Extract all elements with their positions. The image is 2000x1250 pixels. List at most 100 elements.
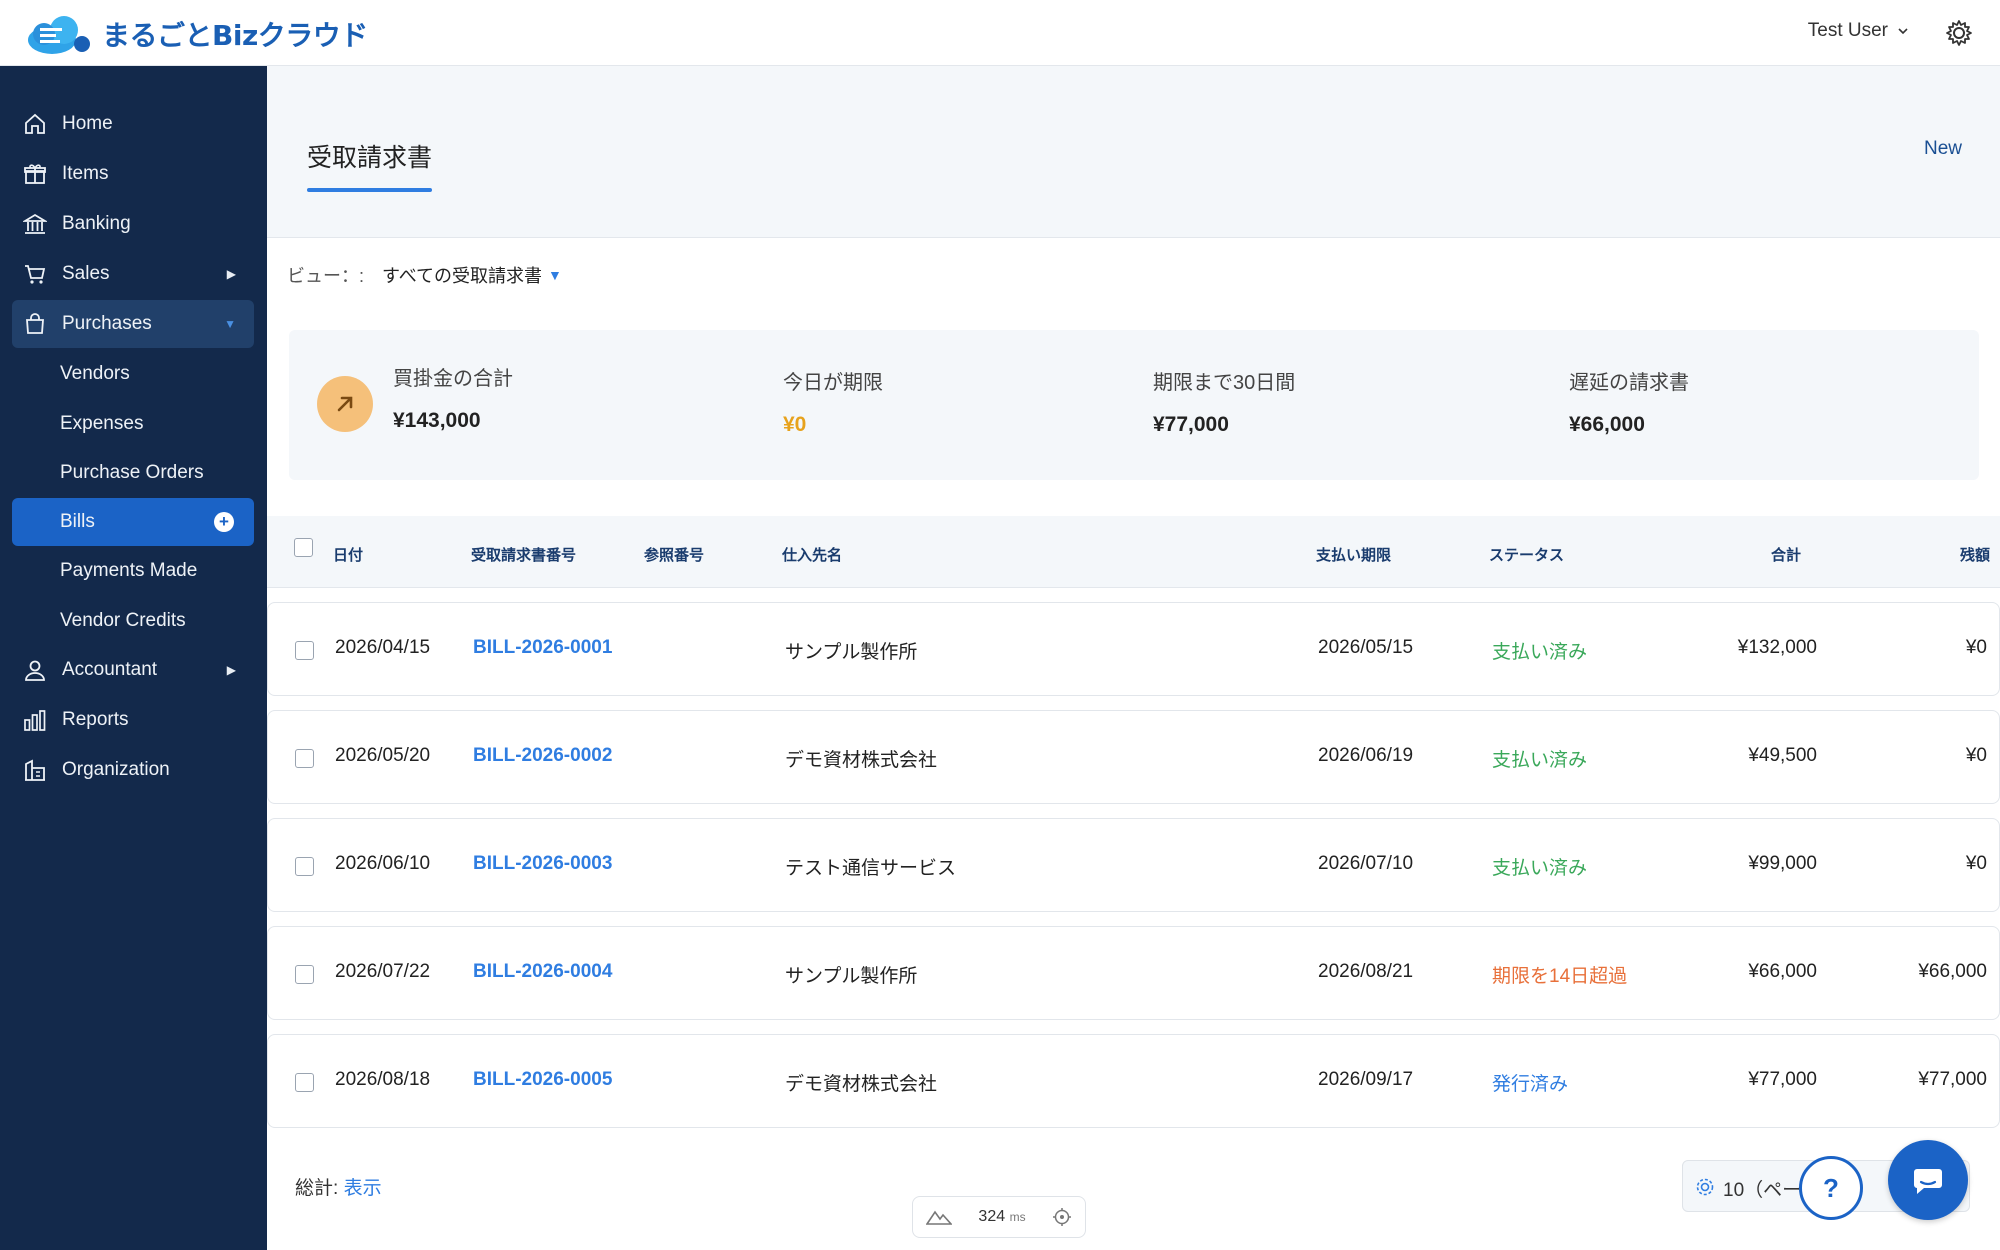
- summary-30-label: 期限まで30日間: [1153, 372, 1296, 394]
- title-underline: [307, 188, 432, 192]
- col-vendor[interactable]: 仕入先名: [782, 544, 842, 565]
- sidebar-item-purchase-orders[interactable]: Purchase Orders: [12, 449, 254, 497]
- user-menu[interactable]: Test User: [1808, 20, 1910, 42]
- sidebar-item-label: Accountant: [62, 659, 158, 680]
- table-row[interactable]: 2026/04/15 BILL-2026-0001 サンプル製作所 2026/0…: [267, 602, 2000, 696]
- sidebar-item-label: Organization: [62, 759, 170, 780]
- row-checkbox[interactable]: [295, 1073, 314, 1092]
- row-bill-number[interactable]: BILL-2026-0002: [473, 745, 612, 767]
- sidebar-item-accountant[interactable]: Accountant ▶: [12, 646, 254, 694]
- sidebar-item-label: Banking: [62, 213, 131, 234]
- user-icon: [22, 657, 48, 683]
- sidebar-item-purchases[interactable]: Purchases ▼: [12, 300, 254, 348]
- sidebar-item-sales[interactable]: Sales ▶: [12, 250, 254, 298]
- sidebar-item-vendors[interactable]: Vendors: [12, 350, 254, 398]
- arrow-up-right-icon: [317, 376, 373, 432]
- perf-value: 324 ms: [978, 1208, 1026, 1225]
- main-content: 受取請求書 New ビュー：: すべての受取請求書 ▼ 買掛金の合計 ¥143,…: [267, 66, 2000, 1250]
- row-due-date: 2026/05/15: [1318, 637, 1414, 658]
- col-due-date[interactable]: 支払い期限: [1316, 544, 1391, 565]
- view-value: すべての受取請求書: [382, 266, 543, 286]
- row-checkbox[interactable]: [295, 749, 314, 768]
- sidebar-item-reports[interactable]: Reports: [12, 696, 254, 744]
- cart-icon: [22, 261, 48, 287]
- sidebar-item-home[interactable]: Home: [12, 100, 254, 148]
- add-bill-icon[interactable]: +: [214, 512, 234, 532]
- bag-icon: [22, 311, 48, 337]
- sidebar-item-label: Reports: [62, 709, 129, 730]
- table-header: 日付 受取請求書番号 参照番号 仕入先名 支払い期限 ステータス 合計 残額: [267, 516, 2000, 588]
- status-badge: 支払い済み: [1492, 750, 1588, 771]
- col-total[interactable]: 合計: [1771, 544, 1801, 565]
- sidebar-item-label: Vendor Credits: [60, 610, 186, 631]
- sidebar-item-label: Sales: [62, 263, 110, 284]
- status-badge: 期限を14日超過: [1492, 966, 1628, 987]
- row-date: 2026/04/15: [335, 637, 431, 658]
- row-vendor: サンプル製作所: [785, 642, 918, 663]
- col-bill-number[interactable]: 受取請求書番号: [471, 544, 576, 565]
- row-checkbox[interactable]: [295, 641, 314, 660]
- row-bill-number[interactable]: BILL-2026-0003: [473, 853, 612, 875]
- table-row[interactable]: 2026/05/20 BILL-2026-0002 デモ資材株式会社 2026/…: [267, 710, 2000, 804]
- col-status[interactable]: ステータス: [1489, 544, 1564, 565]
- summary-due-today: 今日が期限 ¥0: [783, 366, 883, 437]
- row-balance: ¥0: [1965, 745, 1987, 766]
- sidebar-item-label: Bills: [60, 511, 95, 532]
- view-selector[interactable]: ビュー：: すべての受取請求書 ▼: [287, 262, 562, 288]
- gear-icon: [1696, 1178, 1714, 1196]
- sidebar-item-organization[interactable]: Organization: [12, 746, 254, 794]
- sidebar-item-vendor-credits[interactable]: Vendor Credits: [12, 597, 254, 645]
- row-balance: ¥77,000: [1918, 1069, 1987, 1090]
- question-icon: ?: [1823, 1172, 1839, 1203]
- row-due-date: 2026/07/10: [1318, 853, 1414, 874]
- summary-total-label: 買掛金の合計: [393, 368, 513, 390]
- summary-total: 買掛金の合計 ¥143,000: [393, 362, 513, 433]
- summary-today-value: ¥0: [783, 413, 807, 436]
- sidebar-item-payments-made[interactable]: Payments Made: [12, 547, 254, 595]
- new-bill-button[interactable]: New: [1924, 138, 1962, 160]
- caret-right-icon: ▶: [226, 267, 236, 281]
- row-vendor: デモ資材株式会社: [785, 750, 938, 771]
- sidebar-item-bills[interactable]: Bills +: [12, 498, 254, 546]
- col-reference[interactable]: 参照番号: [644, 544, 704, 565]
- app-logo[interactable]: まるごとBizクラウド: [22, 12, 368, 56]
- gear-icon[interactable]: [1944, 18, 1974, 48]
- table-row[interactable]: 2026/06/10 BILL-2026-0003 テスト通信サービス 2026…: [267, 818, 2000, 912]
- help-button[interactable]: ?: [1799, 1156, 1863, 1220]
- crosshair-icon: [1052, 1208, 1071, 1226]
- row-bill-number[interactable]: BILL-2026-0001: [473, 637, 612, 659]
- summary-today-label: 今日が期限: [783, 372, 883, 394]
- user-name: Test User: [1807, 20, 1888, 41]
- caret-right-icon: ▶: [226, 663, 236, 677]
- row-total: ¥66,000: [1748, 961, 1817, 982]
- sidebar-item-label: Home: [62, 113, 113, 134]
- row-bill-number[interactable]: BILL-2026-0004: [473, 961, 612, 983]
- row-total: ¥99,000: [1748, 853, 1817, 874]
- row-checkbox[interactable]: [295, 965, 314, 984]
- chat-button[interactable]: [1888, 1140, 1968, 1220]
- row-bill-number[interactable]: BILL-2026-0005: [473, 1069, 612, 1091]
- sidebar-item-items[interactable]: Items: [12, 150, 254, 198]
- bank-icon: [22, 211, 48, 237]
- sidebar-item-label: Payments Made: [60, 560, 198, 581]
- sidebar-item-banking[interactable]: Banking: [12, 200, 254, 248]
- sidebar-item-label: Purchases: [62, 313, 152, 334]
- row-date: 2026/08/18: [335, 1069, 431, 1090]
- col-balance[interactable]: 残額: [1960, 544, 1990, 565]
- perf-widget[interactable]: 324 ms: [912, 1196, 1086, 1238]
- row-date: 2026/07/22: [335, 961, 431, 982]
- show-total-link[interactable]: 表示: [344, 1178, 382, 1199]
- row-total: ¥49,500: [1748, 745, 1817, 766]
- table-row[interactable]: 2026/07/22 BILL-2026-0004 サンプル製作所 2026/0…: [267, 926, 2000, 1020]
- sidebar-item-label: Items: [62, 163, 109, 184]
- sidebar-item-expenses[interactable]: Expenses: [12, 400, 254, 448]
- caret-down-icon: ▼: [224, 317, 236, 331]
- gift-icon: [22, 161, 48, 187]
- select-all-checkbox[interactable]: [294, 538, 313, 557]
- footer-total: 総計: 表示: [295, 1173, 382, 1200]
- col-date[interactable]: 日付: [333, 544, 363, 565]
- row-vendor: サンプル製作所: [785, 966, 918, 987]
- table-row[interactable]: 2026/08/18 BILL-2026-0005 デモ資材株式会社 2026/…: [267, 1034, 2000, 1128]
- chevron-down-icon: ▼: [548, 267, 562, 283]
- row-checkbox[interactable]: [295, 857, 314, 876]
